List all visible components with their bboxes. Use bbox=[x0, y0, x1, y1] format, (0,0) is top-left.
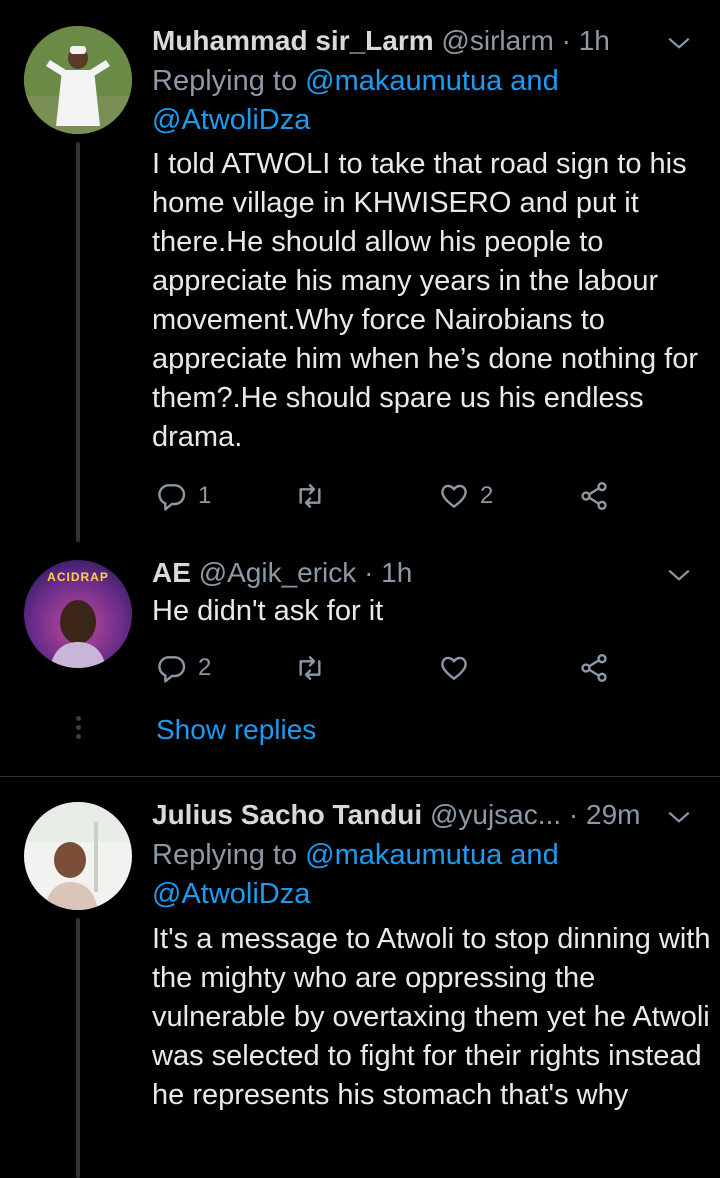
replying-to-label: Replying to bbox=[152, 839, 306, 871]
tweet-2[interactable]: ACIDRAP AE @Agik_erick · 1h He didn't as… bbox=[0, 556, 720, 766]
reply-icon bbox=[158, 656, 186, 683]
avatar-photo bbox=[24, 26, 132, 134]
tweet-actions: 2 bbox=[152, 648, 632, 688]
mention-makaumutua[interactable]: @makaumutua bbox=[305, 839, 502, 871]
tweet-header: AE @Agik_erick · 1h bbox=[152, 556, 412, 590]
chevron-down-icon[interactable] bbox=[666, 30, 692, 56]
tweet-3[interactable]: Julius Sacho Tandui @yujsac... · 29m Rep… bbox=[0, 798, 720, 1178]
like-icon bbox=[441, 484, 467, 508]
avatar[interactable] bbox=[24, 26, 132, 134]
retweet-button[interactable] bbox=[294, 476, 326, 516]
reply-button[interactable]: 1 bbox=[156, 476, 211, 516]
share-button[interactable] bbox=[578, 476, 610, 516]
handle[interactable]: @yujsac... bbox=[430, 799, 561, 830]
reply-count: 2 bbox=[198, 654, 212, 681]
handle[interactable]: @sirlarm bbox=[441, 25, 553, 56]
more-replies-indicator bbox=[76, 716, 82, 743]
share-icon bbox=[581, 654, 607, 682]
share-icon bbox=[581, 482, 607, 510]
mention-atwolidza[interactable]: @AtwoliDza bbox=[152, 878, 310, 910]
divider bbox=[0, 776, 720, 777]
retweet-icon bbox=[299, 656, 321, 680]
mention-makaumutua[interactable]: @makaumutua bbox=[305, 65, 502, 97]
tweet-text: It's a message to Atwoli to stop dinning… bbox=[152, 923, 711, 1111]
mention-and[interactable]: and bbox=[502, 65, 558, 97]
avatar[interactable] bbox=[24, 802, 132, 910]
reply-icon bbox=[158, 484, 186, 511]
replying-to-label: Replying to bbox=[152, 65, 306, 97]
avatar-photo bbox=[24, 802, 132, 910]
tweet-1[interactable]: Muhammad sir_Larm @sirlarm · 1h Replying… bbox=[0, 22, 720, 542]
retweet-icon bbox=[299, 484, 321, 508]
timestamp[interactable]: · 1h bbox=[364, 557, 412, 588]
display-name[interactable]: Muhammad sir_Larm bbox=[152, 25, 434, 56]
replying-to: Replying to @makaumutua and @AtwoliDza bbox=[152, 836, 692, 914]
chevron-down-icon[interactable] bbox=[666, 562, 692, 588]
mention-and[interactable]: and bbox=[502, 839, 558, 871]
timestamp[interactable]: · 29m bbox=[569, 799, 641, 830]
like-button[interactable]: 2 bbox=[438, 476, 493, 516]
handle[interactable]: @Agik_erick bbox=[199, 557, 357, 588]
display-name[interactable]: AE bbox=[152, 557, 191, 588]
timestamp[interactable]: · 1h bbox=[562, 25, 610, 56]
like-icon bbox=[441, 656, 467, 680]
retweet-button[interactable] bbox=[294, 648, 326, 688]
tweet-header: Julius Sacho Tandui @yujsac... · 29m bbox=[152, 798, 640, 832]
replying-to: Replying to @makaumutua and @AtwoliDza bbox=[152, 62, 692, 140]
avatar-text: ACIDRAP bbox=[47, 570, 109, 584]
share-button[interactable] bbox=[578, 648, 610, 688]
like-count: 2 bbox=[480, 482, 494, 509]
tweet-text: He didn't ask for it bbox=[152, 595, 384, 627]
mention-atwolidza[interactable]: @AtwoliDza bbox=[152, 104, 310, 136]
thread-line bbox=[76, 918, 80, 1178]
chevron-down-icon[interactable] bbox=[666, 804, 692, 830]
tweet-text: I told ATWOLI to take that road sign to … bbox=[152, 148, 699, 453]
display-name[interactable]: Julius Sacho Tandui bbox=[152, 799, 422, 830]
tweet-header: Muhammad sir_Larm @sirlarm · 1h bbox=[152, 24, 610, 58]
show-replies-link[interactable]: Show replies bbox=[156, 714, 316, 746]
like-button[interactable] bbox=[438, 648, 470, 688]
tweet-actions: 1 2 bbox=[152, 476, 632, 516]
avatar[interactable]: ACIDRAP bbox=[24, 560, 132, 668]
thread-line bbox=[76, 142, 80, 542]
reply-count: 1 bbox=[198, 482, 212, 509]
reply-button[interactable]: 2 bbox=[156, 648, 211, 688]
